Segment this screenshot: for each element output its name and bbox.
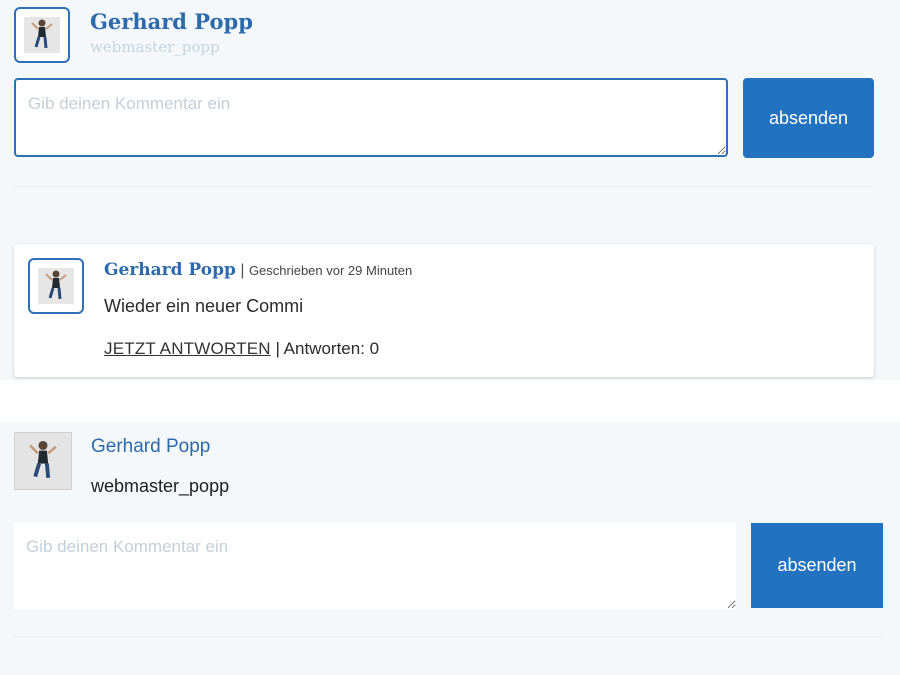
- section-gap: [0, 380, 900, 422]
- comment-meta: Gerhard Popp | Geschrieben vor 29 Minute…: [104, 260, 412, 280]
- username: webmaster_popp: [90, 38, 220, 56]
- avatar-photo: [23, 16, 61, 54]
- comment-timestamp: Geschrieben vor 29 Minuten: [248, 263, 413, 278]
- comment-input[interactable]: [14, 78, 728, 157]
- comment-input[interactable]: [14, 523, 736, 609]
- author-name: Gerhard Popp: [91, 436, 211, 457]
- submit-button[interactable]: absenden: [751, 523, 883, 608]
- comment-actions: JETZT ANTWORTEN | Antworten: 0: [104, 339, 379, 359]
- divider: [14, 636, 883, 637]
- person-jumping-icon: [31, 19, 53, 49]
- username: webmaster_popp: [91, 476, 230, 496]
- comment-card: Gerhard Popp | Geschrieben vor 29 Minute…: [14, 244, 874, 377]
- comment-author-avatar: [28, 258, 84, 314]
- submit-button[interactable]: absenden: [743, 78, 874, 158]
- person-jumping-icon: [45, 270, 67, 300]
- user-avatar: [14, 432, 72, 490]
- comment-author-name: Gerhard Popp: [104, 260, 236, 280]
- author-name: Gerhard Popp: [90, 9, 253, 34]
- avatar-photo: [37, 267, 75, 305]
- divider: [14, 186, 874, 187]
- reply-count: | Antworten: 0: [275, 339, 380, 358]
- reply-link[interactable]: JETZT ANTWORTEN: [104, 339, 271, 358]
- person-jumping-icon: [29, 440, 57, 478]
- meta-separator: |: [240, 262, 245, 279]
- user-avatar: [14, 7, 70, 63]
- comment-body: Wieder ein neuer Commi: [104, 296, 304, 316]
